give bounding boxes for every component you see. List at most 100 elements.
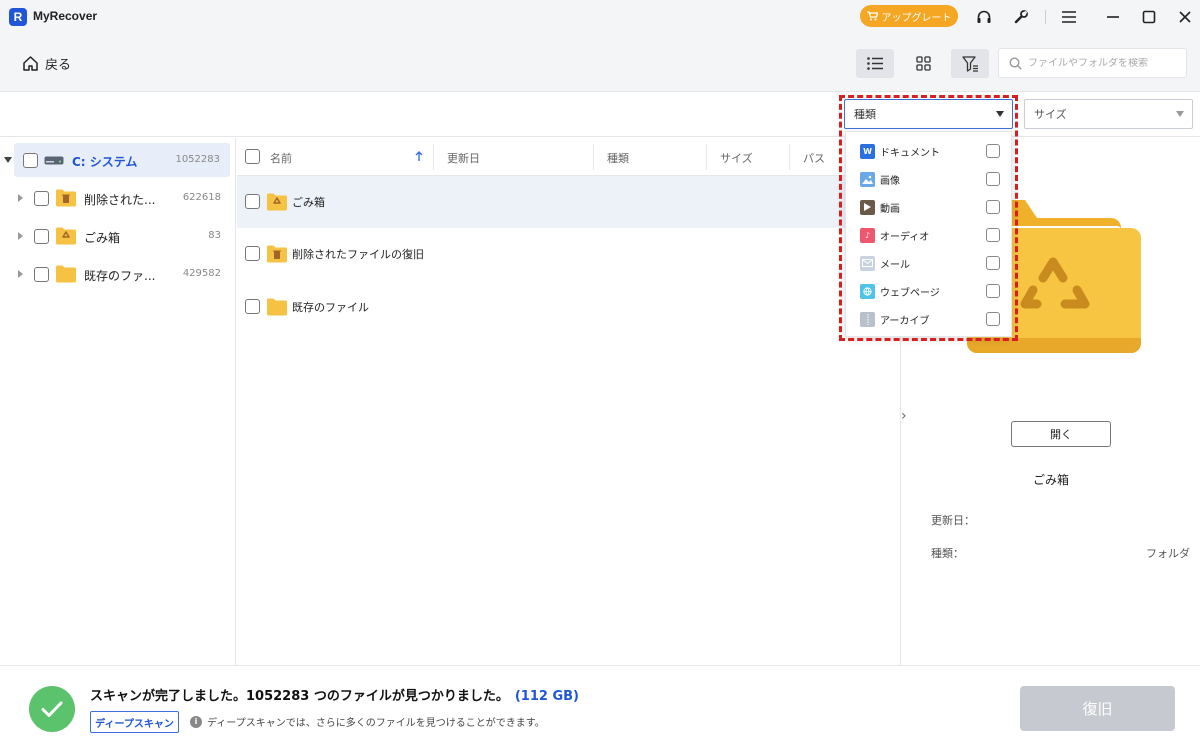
- expand-arrow-icon[interactable]: [18, 232, 23, 240]
- menu-icon[interactable]: [1058, 6, 1080, 28]
- dropdown-item-archive[interactable]: アーカイブ: [846, 305, 1013, 333]
- caret-down-icon: [1176, 111, 1184, 117]
- toolbar: 戻る: [0, 32, 1200, 92]
- video-icon: [860, 199, 875, 215]
- sort-up-icon[interactable]: [415, 151, 423, 162]
- type-filter-select[interactable]: 種類: [844, 99, 1013, 129]
- column-size[interactable]: サイズ: [720, 150, 753, 166]
- dropdown-checkbox[interactable]: [986, 172, 1000, 186]
- list-view-button[interactable]: [856, 49, 894, 78]
- filter-row: 種類 サイズ: [0, 93, 1200, 137]
- expand-arrow-icon[interactable]: [18, 194, 23, 202]
- tree-checkbox[interactable]: [34, 229, 49, 244]
- recycle-folder-icon: [267, 193, 287, 211]
- row-checkbox[interactable]: [245, 246, 260, 261]
- collapse-panel-icon[interactable]: ›: [901, 408, 907, 424]
- select-all-checkbox[interactable]: [245, 149, 260, 164]
- scan-status-text: スキャンが完了しました。1052283 つのファイルが見つかりました。 (112 …: [90, 685, 579, 704]
- title-bar: R MyRecover アップグレート: [0, 0, 1200, 32]
- titlebar-separator: [1045, 10, 1046, 24]
- deleted-folder-icon: [267, 245, 287, 263]
- expand-arrow-icon[interactable]: [4, 157, 12, 163]
- recycle-folder-icon: [56, 227, 76, 245]
- file-row[interactable]: 既存のファイル: [237, 281, 900, 333]
- type-label: 種類：: [931, 547, 964, 560]
- scan-status-message: スキャンが完了しました。1052283 つのファイルが見つかりました。: [90, 689, 509, 704]
- mail-icon: [860, 255, 875, 271]
- type-filter-label: 種類: [854, 108, 876, 121]
- tree-item-c-drive[interactable]: C: システム 1052283: [4, 143, 230, 177]
- tree-item-count: 83: [208, 230, 221, 241]
- column-modified[interactable]: 更新日: [447, 150, 480, 166]
- dropdown-checkbox[interactable]: [986, 284, 1000, 298]
- archive-icon: [860, 311, 875, 327]
- file-row[interactable]: 削除されたファイルの復旧: [237, 228, 900, 280]
- dropdown-item-video[interactable]: 動画: [846, 193, 1013, 221]
- recover-button[interactable]: 復旧: [1020, 686, 1175, 731]
- preview-file-name: ごみ箱: [1032, 473, 1069, 487]
- info-icon: i: [190, 715, 202, 728]
- open-button[interactable]: 開く: [1011, 421, 1111, 447]
- column-type[interactable]: 種類: [607, 150, 629, 166]
- row-checkbox[interactable]: [245, 194, 260, 209]
- column-separator[interactable]: [789, 144, 790, 170]
- row-checkbox[interactable]: [245, 299, 260, 314]
- filter-button[interactable]: [951, 49, 989, 78]
- search-input[interactable]: [1028, 57, 1178, 69]
- dropdown-item-mail[interactable]: メール: [846, 249, 1013, 277]
- deep-scan-hint: i ディープスキャンでは、さらに多くのファイルを見つけることができます。: [190, 714, 545, 729]
- type-dropdown: W ドキュメント 画像 動画 ♪ オーディオ メール ウェブページ アーカイブ: [845, 131, 1012, 337]
- tree-item-recycle[interactable]: ごみ箱 83: [0, 219, 236, 253]
- dropdown-item-webpage[interactable]: ウェブページ: [846, 277, 1013, 305]
- deep-scan-button[interactable]: ディープスキャン: [90, 711, 179, 733]
- back-button[interactable]: 戻る: [22, 54, 71, 73]
- dropdown-checkbox[interactable]: [986, 144, 1000, 158]
- file-row[interactable]: ごみ箱: [237, 176, 900, 228]
- cart-icon: [866, 11, 878, 21]
- size-filter-select[interactable]: サイズ: [1024, 99, 1193, 129]
- minimize-icon[interactable]: [1102, 6, 1124, 28]
- tree-checkbox[interactable]: [34, 267, 49, 282]
- column-name[interactable]: 名前: [270, 150, 292, 166]
- headset-icon[interactable]: [973, 6, 995, 28]
- file-name: ごみ箱: [292, 196, 325, 209]
- tree-item-deleted[interactable]: 削除された... 622618: [0, 181, 236, 215]
- dropdown-item-image[interactable]: 画像: [846, 165, 1013, 193]
- search-box[interactable]: [998, 48, 1187, 78]
- expand-arrow-icon[interactable]: [18, 270, 23, 278]
- upgrade-button[interactable]: アップグレート: [860, 5, 958, 27]
- dropdown-item-document[interactable]: W ドキュメント: [846, 137, 1013, 165]
- dropdown-item-audio[interactable]: ♪ オーディオ: [846, 221, 1013, 249]
- home-icon: [23, 56, 38, 71]
- file-list-header: 名前 更新日 種類 サイズ パス: [237, 138, 900, 176]
- tree-checkbox[interactable]: [34, 191, 49, 206]
- column-separator[interactable]: [593, 144, 594, 170]
- upgrade-label: アップグレート: [881, 12, 952, 24]
- wrench-icon[interactable]: [1010, 6, 1032, 28]
- maximize-icon[interactable]: [1138, 6, 1160, 28]
- close-icon[interactable]: [1174, 6, 1196, 28]
- type-value: フォルダ: [1146, 547, 1190, 560]
- back-label: 戻る: [45, 58, 72, 73]
- tree-item-label: C: システム: [72, 155, 138, 169]
- tree-checkbox[interactable]: [23, 153, 38, 168]
- filter-icon: [961, 55, 978, 72]
- app-logo: R: [9, 8, 27, 26]
- app-title: MyRecover: [33, 9, 98, 23]
- dropdown-item-label: ウェブページ: [880, 287, 940, 299]
- dropdown-checkbox[interactable]: [986, 228, 1000, 242]
- dropdown-checkbox[interactable]: [986, 256, 1000, 270]
- audio-icon: ♪: [860, 227, 875, 243]
- grid-view-button[interactable]: [904, 49, 942, 78]
- tree-item-count: 622618: [182, 192, 221, 203]
- tree-item-existing[interactable]: 既存のファ... 429582: [0, 257, 236, 291]
- folder-icon: [267, 298, 287, 316]
- column-separator[interactable]: [706, 144, 707, 170]
- tree-item-label: 既存のファ...: [84, 269, 156, 283]
- column-separator[interactable]: [433, 144, 434, 170]
- dropdown-checkbox[interactable]: [986, 312, 1000, 326]
- image-icon: [860, 171, 875, 187]
- dropdown-checkbox[interactable]: [986, 200, 1000, 214]
- column-path[interactable]: パス: [803, 150, 825, 166]
- search-icon: [1009, 56, 1022, 70]
